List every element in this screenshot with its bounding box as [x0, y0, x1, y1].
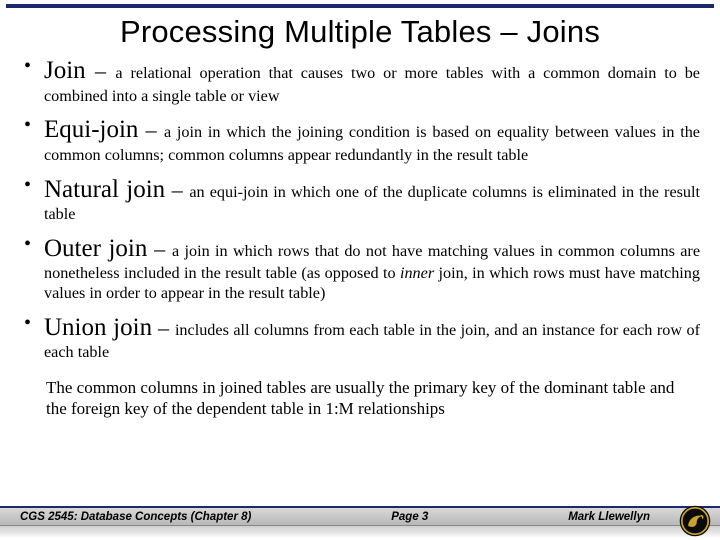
footer-gradient — [0, 526, 720, 538]
footer: CGS 2545: Database Concepts (Chapter 8) … — [0, 506, 720, 540]
term-label: Union join — [44, 314, 152, 341]
term-dash: – — [165, 177, 189, 202]
slide-body: Join – a relational operation that cause… — [0, 56, 720, 540]
bullet-equi-join: Equi-join – a join in which the joining … — [18, 115, 700, 165]
term-def: a relational operation that causes two o… — [44, 64, 700, 105]
term-dash: – — [138, 117, 164, 142]
footer-author: Mark Llewellyn — [568, 511, 650, 523]
slide: Processing Multiple Tables – Joins Join … — [0, 0, 720, 540]
term-def-em: inner — [400, 264, 434, 282]
bullet-natural-join: Natural join – an equi-join in which one… — [18, 175, 700, 225]
ucf-pegasus-logo-icon — [678, 504, 712, 538]
bullet-join: Join – a relational operation that cause… — [18, 56, 700, 106]
footnote-text: The common columns in joined tables are … — [18, 372, 700, 419]
term-label: Natural join — [44, 176, 165, 203]
slide-title: Processing Multiple Tables – Joins — [0, 8, 720, 56]
term-dash: – — [86, 58, 116, 83]
term-label: Outer join — [44, 235, 147, 262]
term-label: Equi-join — [44, 116, 138, 143]
footer-page: Page 3 — [391, 511, 428, 523]
footer-course: CGS 2545: Database Concepts (Chapter 8) — [20, 511, 251, 523]
bullet-union-join: Union join – includes all columns from e… — [18, 313, 700, 363]
term-label: Join — [44, 57, 86, 84]
term-dash: – — [152, 315, 175, 340]
bullet-list: Join – a relational operation that cause… — [18, 56, 700, 363]
bullet-outer-join: Outer join – a join in which rows that d… — [18, 234, 700, 304]
term-dash: – — [147, 236, 172, 261]
footer-bar: CGS 2545: Database Concepts (Chapter 8) … — [0, 506, 720, 526]
